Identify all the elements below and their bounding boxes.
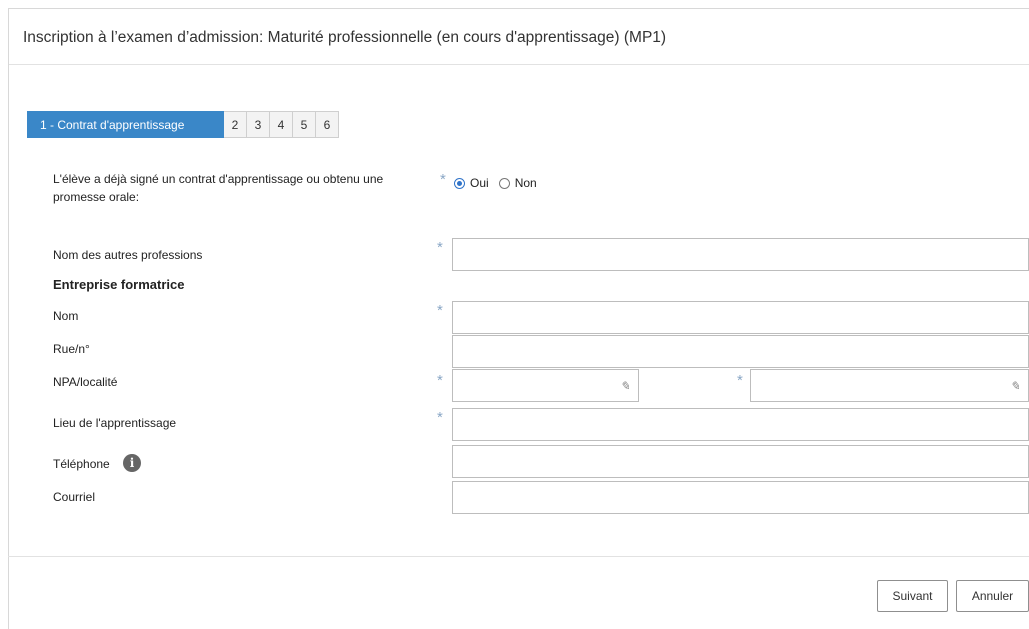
info-icon[interactable]: i: [123, 454, 141, 472]
cancel-button[interactable]: Annuler: [956, 580, 1029, 612]
email-input[interactable]: [453, 482, 1028, 513]
postcode-city-label: NPA/localité: [53, 375, 118, 389]
training-place-input[interactable]: [453, 409, 1028, 440]
name-field[interactable]: [452, 301, 1029, 334]
training-place-field[interactable]: [452, 408, 1029, 441]
dialog-title: Inscription à l’examen d’admission: Matu…: [23, 29, 667, 46]
phone-input[interactable]: [453, 446, 1028, 477]
email-label: Courriel: [53, 490, 96, 504]
radio-non[interactable]: [498, 177, 510, 189]
wizard-step-2[interactable]: 2: [224, 111, 247, 138]
training-place-label: Lieu de l'apprentissage: [53, 416, 177, 430]
wizard-step-5[interactable]: 5: [293, 111, 316, 138]
required-marker: *: [437, 372, 443, 389]
section-company-heading: Entreprise formatrice: [53, 277, 185, 292]
required-marker: *: [437, 239, 443, 256]
required-marker: *: [437, 302, 443, 319]
contract-radio-group: Oui Non: [454, 176, 537, 190]
radio-oui[interactable]: [454, 177, 465, 189]
wizard-step-4[interactable]: 4: [270, 111, 293, 138]
contract-question-label: L'élève a déjà signé un contrat d'appren…: [53, 172, 384, 204]
other-professions-field[interactable]: [452, 238, 1029, 271]
pencil-icon: ✎: [619, 379, 630, 393]
required-marker: *: [440, 171, 446, 188]
wizard-step-3[interactable]: 3: [247, 111, 270, 138]
street-label: Rue/n°: [53, 342, 90, 356]
radio-oui-label[interactable]: Oui: [470, 176, 489, 190]
phone-label: Téléphone: [53, 457, 110, 471]
postcode-input[interactable]: [453, 370, 638, 401]
wizard-step-1[interactable]: 1 - Contrat d'apprentissage: [27, 111, 224, 138]
street-field[interactable]: [452, 335, 1029, 368]
wizard-steps: 1 - Contrat d'apprentissage 2 3 4 5 6: [27, 111, 339, 138]
email-field[interactable]: [452, 481, 1029, 514]
next-button[interactable]: Suivant: [877, 580, 948, 612]
other-professions-label: Nom des autres professions: [53, 248, 203, 262]
city-input[interactable]: [751, 370, 1028, 401]
city-field[interactable]: ✎: [750, 369, 1029, 402]
required-marker: *: [437, 409, 443, 426]
footer-divider: [8, 556, 1029, 557]
name-label: Nom: [53, 309, 79, 323]
dialog-header: Inscription à l’examen d’admission: Matu…: [9, 9, 1029, 65]
name-input[interactable]: [453, 302, 1028, 333]
required-marker: *: [737, 372, 743, 389]
other-professions-input[interactable]: [453, 239, 1028, 270]
pencil-icon: ✎: [1009, 379, 1020, 393]
wizard-step-6[interactable]: 6: [316, 111, 339, 138]
postcode-field[interactable]: ✎: [452, 369, 639, 402]
street-input[interactable]: [453, 336, 1028, 367]
phone-field[interactable]: [452, 445, 1029, 478]
radio-non-label[interactable]: Non: [515, 176, 537, 190]
